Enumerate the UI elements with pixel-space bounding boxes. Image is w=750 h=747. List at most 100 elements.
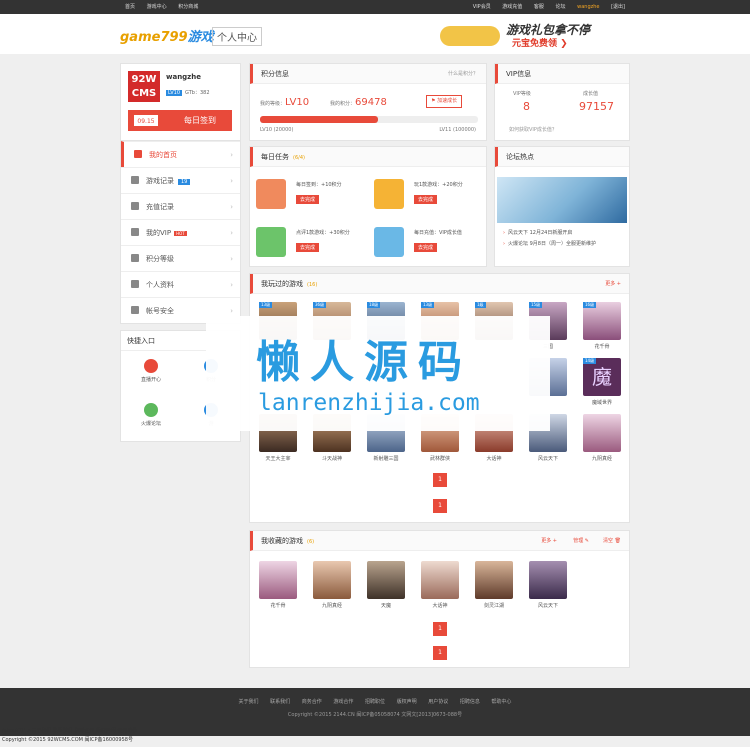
top-link-mall[interactable]: 积分商城 xyxy=(178,4,198,10)
progress-to-label: LV11 (100000) xyxy=(439,127,476,133)
task-text: 点评1款游戏：+30积分 xyxy=(296,230,350,236)
level-value: LV10 xyxy=(285,97,310,108)
sidebar-item-vip[interactable]: 我的VIP HOT › xyxy=(121,219,240,245)
task-go-button[interactable]: 去完成 xyxy=(414,243,438,252)
game-card[interactable]: 大话神 xyxy=(420,561,460,609)
top-link-service[interactable]: 客服 xyxy=(534,4,544,10)
top-username[interactable]: wangzhe xyxy=(577,4,599,10)
quick-item-forum[interactable]: 火爆论坛 xyxy=(121,397,181,437)
score-panel-title: 积分信息 什么是积分？ xyxy=(250,64,486,84)
pagination-page[interactable]: 1 xyxy=(433,499,447,513)
score-level: 我的等级：LV10 xyxy=(260,97,309,108)
played-more-link[interactable]: 更多 + xyxy=(605,274,621,294)
header: game799游戏 个人中心 游戏礼包拿不停 元宝免费领 ❯ xyxy=(0,14,750,54)
page-title: 个人中心 xyxy=(212,27,262,46)
footer-link[interactable]: 商务合作 xyxy=(302,699,322,705)
chevron-right-icon: › xyxy=(230,203,233,211)
sidebar-item-recharge-records[interactable]: 充值记录 › xyxy=(121,193,240,219)
avatar-text-2: CMS xyxy=(131,88,157,99)
points-value: 69478 xyxy=(355,97,387,108)
boost-growth-button[interactable]: ⚑ 加速成长 xyxy=(426,95,463,108)
vip-panel-title: VIP信息 xyxy=(495,64,629,84)
avatar[interactable]: 92W CMS xyxy=(128,71,160,102)
sidebar-item-home[interactable]: 我的首页 › xyxy=(121,141,240,167)
top-link-home[interactable]: 首页 xyxy=(125,4,135,10)
game-card[interactable]: 剑灵江湖 xyxy=(474,561,514,609)
game-card[interactable]: 天魔 xyxy=(366,561,406,609)
home-icon xyxy=(134,150,142,158)
calendar-icon xyxy=(256,179,286,209)
vip-growth-label: 成长值 xyxy=(583,91,599,97)
game-level-tag: 18级 xyxy=(367,302,381,308)
game-name: 大话神 xyxy=(486,456,502,462)
task-text: 玩1款游戏：+20积分 xyxy=(414,182,463,188)
task-go-button[interactable]: 去完成 xyxy=(296,243,320,252)
footer-link[interactable]: 关于我们 xyxy=(239,699,259,705)
footer-link[interactable]: 游戏合作 xyxy=(333,699,353,705)
favorites-more-link[interactable]: 更多 + xyxy=(541,531,557,551)
forum-banner-image[interactable] xyxy=(497,177,627,223)
top-link-games[interactable]: 游戏中心 xyxy=(147,4,167,10)
game-card[interactable]: 16级 花千骨 xyxy=(582,302,622,350)
game-card[interactable]: 魔 14级 魔域世界 xyxy=(582,358,622,406)
game-name: 新射雕三国 xyxy=(373,456,399,462)
game-card[interactable]: 九阴真经 xyxy=(312,561,352,609)
task-go-button[interactable]: 去完成 xyxy=(296,195,320,204)
level-progress-fill xyxy=(260,116,378,123)
task-go-button[interactable]: 去完成 xyxy=(414,195,438,204)
game-name: 花千骨 xyxy=(594,344,610,350)
favorite-games-panel: 我收藏的游戏 (6) 更多 + 管理 ✎ 清空 🗑 花千骨 九阴真经 天魔 大话神… xyxy=(249,530,630,668)
promo-banner[interactable]: 游戏礼包拿不停 元宝免费领 ❯ xyxy=(440,18,610,50)
game-name: 魔域世界 xyxy=(591,400,612,406)
avatar-text: 92W xyxy=(131,74,157,85)
score-help-link[interactable]: 什么是积分？ xyxy=(448,64,478,84)
top-nav: 首页 游戏中心 积分商城 xyxy=(120,0,203,14)
score-points: 我的积分：69478 xyxy=(330,97,387,108)
daily-tasks-panel: 每日任务 (6/4) 每日签到：+10积分 去完成 玩1款游戏：+20积分 去完成 点… xyxy=(249,146,487,267)
task-text: 每日充值：VIP成长值 xyxy=(414,230,462,236)
game-card[interactable]: 花千骨 xyxy=(258,561,298,609)
game-name: 花千骨 xyxy=(270,603,286,609)
game-name: 大话神 xyxy=(432,603,448,609)
favorites-title: 我收藏的游戏 (6) 更多 + 管理 ✎ 清空 🗑 xyxy=(250,531,629,551)
footer-link[interactable]: 招聘信息 xyxy=(460,699,480,705)
sidebar-item-game-records[interactable]: 游戏记录 19 › xyxy=(121,167,240,193)
game-cover xyxy=(475,561,513,599)
site-logo[interactable]: game799游戏 xyxy=(120,26,214,45)
chevron-right-icon: › xyxy=(230,229,233,237)
manage-button[interactable]: 管理 ✎ xyxy=(573,531,589,551)
daily-sign-button[interactable]: 09.15 每日签到 xyxy=(128,110,232,131)
footer-link[interactable]: 版权声明 xyxy=(397,699,417,705)
footer-link[interactable]: 招聘职位 xyxy=(365,699,385,705)
game-card[interactable]: 风云天下 xyxy=(528,561,568,609)
progress-from-label: LV10 (20000) xyxy=(260,127,294,133)
top-link-vip[interactable]: VIP会员 xyxy=(473,4,491,10)
lock-icon xyxy=(131,306,139,314)
footer-link[interactable]: 用户协议 xyxy=(428,699,448,705)
logout-link[interactable]: [退出] xyxy=(611,4,625,10)
task-item: 每日签到：+10积分 去完成 xyxy=(252,171,368,217)
quick-item-live[interactable]: 直播开心 xyxy=(121,353,181,393)
pagination-page[interactable]: 1 xyxy=(433,473,447,487)
vip-howto-link[interactable]: 如何获取VIP成长值？ xyxy=(509,126,557,133)
game-card[interactable]: 九阴真经 xyxy=(582,414,622,462)
sidebar-item-points-level[interactable]: 积分等级 › xyxy=(121,245,240,271)
chevron-right-icon: › xyxy=(230,255,233,263)
pagination-page[interactable]: 1 xyxy=(433,622,447,636)
level-progress-bar xyxy=(260,116,478,123)
game-name: 九阴真经 xyxy=(591,456,612,462)
footer-links: 关于我们 联系我们 商务合作 游戏合作 招聘职位 版权声明 用户协议 招聘信息 … xyxy=(0,698,750,705)
logo-text: game799 xyxy=(120,30,188,45)
clear-button[interactable]: 清空 🗑 xyxy=(603,531,621,551)
forum-news-item[interactable]: 风云天下 12月24日新服开启 xyxy=(503,229,572,236)
top-link-forum[interactable]: 论坛 xyxy=(556,4,566,10)
sidebar-item-label: 我的首页 xyxy=(149,151,177,159)
footer-link[interactable]: 联系我们 xyxy=(270,699,290,705)
forum-news-item[interactable]: 火爆论坛 9月8日（周一）全服更新维护 xyxy=(503,240,596,247)
gamepad-icon xyxy=(374,179,404,209)
pagination-page[interactable]: 1 xyxy=(433,646,447,660)
game-name: 天王大主宰 xyxy=(265,456,291,462)
footer-link[interactable]: 帮助中心 xyxy=(491,699,511,705)
top-link-recharge[interactable]: 游戏充值 xyxy=(502,4,522,10)
sidebar-item-profile[interactable]: 个人资料 › xyxy=(121,271,240,297)
